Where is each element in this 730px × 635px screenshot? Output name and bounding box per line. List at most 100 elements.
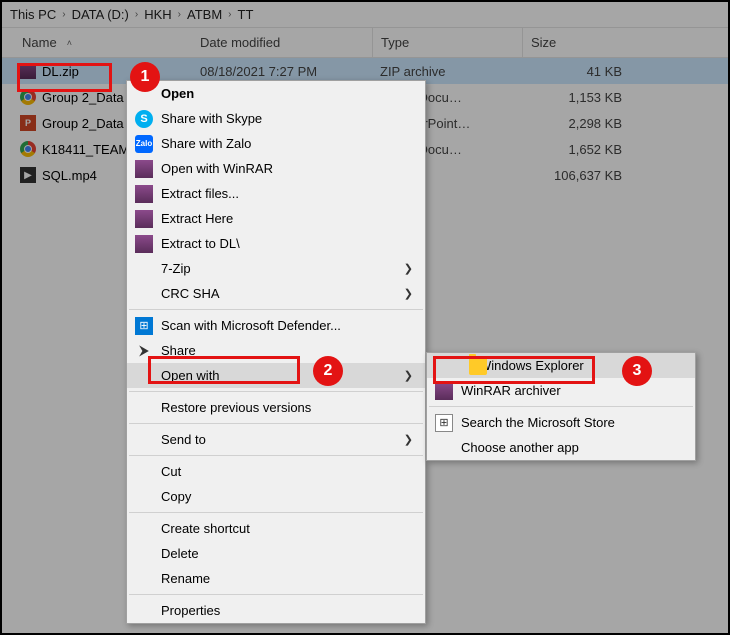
menu-item-label: Create shortcut <box>161 521 250 536</box>
breadcrumb[interactable]: This PC › DATA (D:) › HKH › ATBM › TT <box>2 2 728 28</box>
menu-item-crc-sha[interactable]: CRC SHA❯ <box>127 281 425 306</box>
menu-item-7-zip[interactable]: 7-Zip ❯ <box>127 256 425 281</box>
menu-item-delete[interactable]: Delete <box>127 541 425 566</box>
file-type: ZIP archive <box>372 64 522 79</box>
chevron-right-icon: › <box>62 9 65 20</box>
menu-item-extract-here[interactable]: Extract Here <box>127 206 425 231</box>
menu-separator <box>129 423 423 424</box>
file-size: 1,652 KB <box>522 142 632 157</box>
menu-item-label: Open <box>161 86 194 101</box>
menu-separator <box>429 406 693 407</box>
breadcrumb-part[interactable]: DATA (D:) <box>72 7 129 22</box>
breadcrumb-part[interactable]: TT <box>238 7 254 22</box>
menu-item-label: Windows Explorer <box>479 358 584 373</box>
chevron-right-icon: › <box>135 9 138 20</box>
menu-item-choose-another-app[interactable]: Choose another app <box>427 435 695 460</box>
badge-2: 2 <box>313 356 343 386</box>
chrome-icon <box>20 141 36 157</box>
file-name: K18411_TEAM <box>42 142 129 157</box>
menu-item-search-the-microsoft-store[interactable]: ⊞ Search the Microsoft Store <box>427 410 695 435</box>
chevron-right-icon: › <box>178 9 181 20</box>
store-icon: ⊞ <box>435 414 453 432</box>
col-type[interactable]: Type <box>372 28 522 57</box>
file-size: 2,298 KB <box>522 116 632 131</box>
menu-item-send-to[interactable]: Send to❯ <box>127 427 425 452</box>
rar-icon <box>135 185 153 203</box>
menu-separator <box>129 391 423 392</box>
menu-item-label: Share with Skype <box>161 111 262 126</box>
menu-item-rename[interactable]: Rename <box>127 566 425 591</box>
menu-item-label: Share <box>161 343 196 358</box>
file-size: 106,637 KB <box>522 168 632 183</box>
menu-item-label: CRC SHA <box>161 286 220 301</box>
menu-item-scan-with-microsoft-defender[interactable]: ⊞ Scan with Microsoft Defender... <box>127 313 425 338</box>
file-name: DL.zip <box>42 64 79 79</box>
menu-item-share[interactable]: ⮞ Share <box>127 338 425 363</box>
folder-icon <box>469 357 487 375</box>
menu-item-cut[interactable]: Cut <box>127 459 425 484</box>
vid-icon: ▶ <box>20 167 36 183</box>
menu-item-share-with-skype[interactable]: S Share with Skype <box>127 106 425 131</box>
menu-item-extract-to-dl[interactable]: Extract to DL\ <box>127 231 425 256</box>
menu-item-label: Search the Microsoft Store <box>461 415 615 430</box>
file-size: 41 KB <box>522 64 632 79</box>
menu-item-label: Choose another app <box>461 440 579 455</box>
menu-separator <box>129 512 423 513</box>
menu-item-copy[interactable]: Copy <box>127 484 425 509</box>
menu-item-restore-previous-versions[interactable]: Restore previous versions <box>127 395 425 420</box>
column-headers: Name˄ Date modified Type Size <box>2 28 728 58</box>
breadcrumb-part[interactable]: This PC <box>10 7 56 22</box>
rar-icon <box>135 210 153 228</box>
file-size: 1,153 KB <box>522 90 632 105</box>
badge-3: 3 <box>622 356 652 386</box>
menu-item-label: Cut <box>161 464 181 479</box>
menu-item-create-shortcut[interactable]: Create shortcut <box>127 516 425 541</box>
rar-icon <box>135 160 153 178</box>
openwith-submenu: Windows Explorer WinRAR archiver ⊞ Search t… <box>426 352 696 461</box>
menu-item-label: Send to <box>161 432 206 447</box>
menu-item-open[interactable]: Open <box>127 81 425 106</box>
context-menu: Open S Share with Skype Zalo Share with Zalo… <box>126 80 426 624</box>
chevron-right-icon: › <box>228 9 231 20</box>
menu-item-properties[interactable]: Properties <box>127 598 425 623</box>
breadcrumb-part[interactable]: HKH <box>144 7 171 22</box>
menu-item-windows-explorer[interactable]: Windows Explorer <box>427 353 695 378</box>
chevron-right-icon: ❯ <box>404 262 413 275</box>
skype-icon: S <box>135 110 153 128</box>
menu-item-label: Properties <box>161 603 220 618</box>
menu-item-label: Restore previous versions <box>161 400 311 415</box>
ppt-icon: P <box>20 115 36 131</box>
menu-item-winrar-archiver[interactable]: WinRAR archiver <box>427 378 695 403</box>
menu-item-share-with-zalo[interactable]: Zalo Share with Zalo <box>127 131 425 156</box>
zalo-icon: Zalo <box>135 135 153 153</box>
rar-icon <box>435 382 453 400</box>
menu-item-extract-files[interactable]: Extract files... <box>127 181 425 206</box>
sort-indicator-icon: ˄ <box>67 38 72 48</box>
breadcrumb-part[interactable]: ATBM <box>187 7 222 22</box>
share-icon: ⮞ <box>135 342 153 360</box>
rar-icon <box>20 63 36 79</box>
file-date: 08/18/2021 7:27 PM <box>192 64 372 79</box>
menu-item-label: Scan with Microsoft Defender... <box>161 318 341 333</box>
menu-item-label: Share with Zalo <box>161 136 251 151</box>
file-name: Group 2_Data <box>42 90 124 105</box>
menu-separator <box>129 309 423 310</box>
menu-item-label: 7-Zip <box>161 261 191 276</box>
def-icon: ⊞ <box>135 317 153 335</box>
chrome-icon <box>20 89 36 105</box>
menu-separator <box>129 594 423 595</box>
menu-separator <box>129 455 423 456</box>
col-size[interactable]: Size <box>522 28 632 57</box>
badge-1: 1 <box>130 62 160 92</box>
menu-item-label: Rename <box>161 571 210 586</box>
menu-item-label: Open with WinRAR <box>161 161 273 176</box>
chevron-right-icon: ❯ <box>404 369 413 382</box>
col-name[interactable]: Name˄ <box>2 28 192 57</box>
menu-item-label: WinRAR archiver <box>461 383 561 398</box>
menu-item-open-with-winrar[interactable]: Open with WinRAR <box>127 156 425 181</box>
menu-item-label: Extract files... <box>161 186 239 201</box>
file-name: Group 2_Data <box>42 116 124 131</box>
menu-item-label: Extract Here <box>161 211 233 226</box>
col-date[interactable]: Date modified <box>192 28 372 57</box>
menu-item-open-with[interactable]: Open with❯ <box>127 363 425 388</box>
